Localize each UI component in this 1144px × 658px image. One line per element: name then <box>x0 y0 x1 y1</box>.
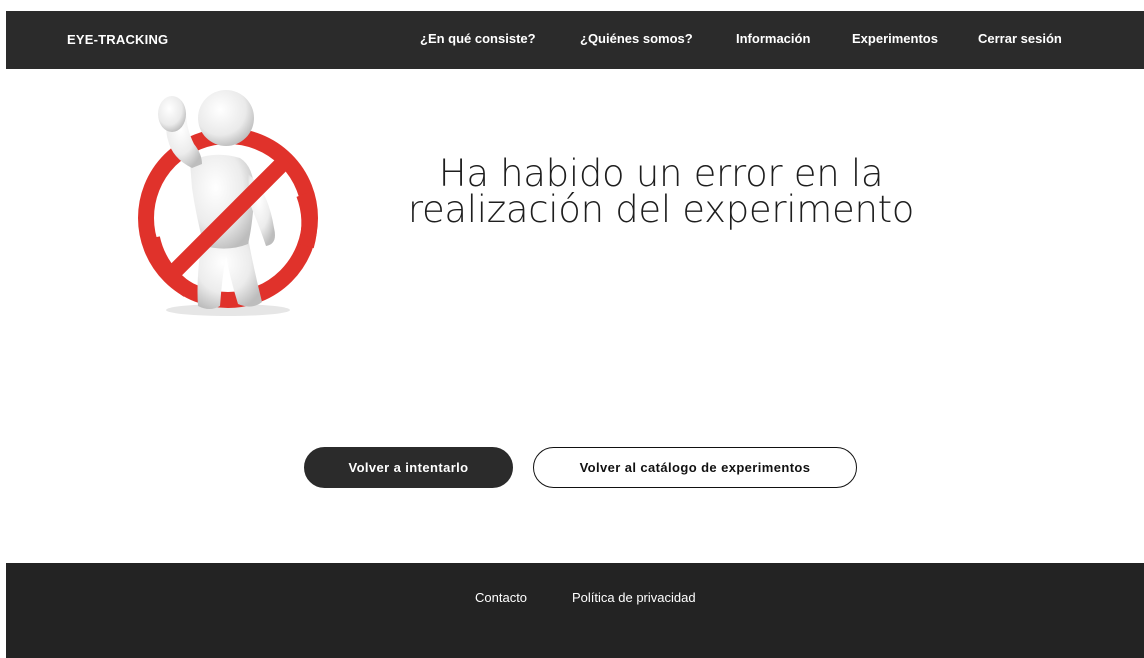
main-nav: ¿En qué consiste? ¿Quiénes somos? Inform… <box>6 11 1144 69</box>
page: EYE-TRACKING ¿En qué consiste? ¿Quiénes … <box>0 0 1144 658</box>
nav-item-en-que-consiste[interactable]: ¿En qué consiste? <box>420 11 536 69</box>
error-message-line-2: realización del experimento <box>407 188 915 231</box>
footer-link-privacidad[interactable]: Política de privacidad <box>572 590 696 605</box>
footer-link-contacto[interactable]: Contacto <box>475 590 527 605</box>
nav-item-cerrar-sesion[interactable]: Cerrar sesión <box>978 11 1062 69</box>
footer: Contacto Política de privacidad <box>6 563 1144 658</box>
retry-button[interactable]: Volver a intentarlo <box>304 447 513 488</box>
top-navbar: EYE-TRACKING ¿En qué consiste? ¿Quiénes … <box>6 11 1144 69</box>
back-to-catalog-button[interactable]: Volver al catálogo de experimentos <box>533 447 857 488</box>
prohibited-illustration <box>128 88 328 318</box>
nav-item-quienes-somos[interactable]: ¿Quiénes somos? <box>580 11 693 69</box>
nav-item-informacion[interactable]: Información <box>736 11 810 69</box>
nav-item-experimentos[interactable]: Experimentos <box>852 11 938 69</box>
stop-prohibited-figure-icon <box>138 90 318 316</box>
error-message: Ha habido un error en la realización del… <box>400 155 922 231</box>
